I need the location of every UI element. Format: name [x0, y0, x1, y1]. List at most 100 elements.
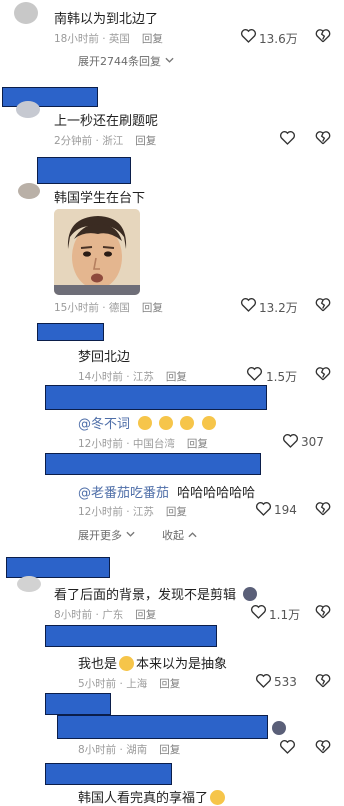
- mention-link[interactable]: @冬不词: [78, 417, 130, 432]
- expand-more-button[interactable]: 展开更多: [78, 527, 135, 543]
- collapse-button[interactable]: 收起: [162, 527, 197, 543]
- reply-button[interactable]: 回复: [135, 609, 156, 621]
- emoji-icon: [272, 721, 286, 735]
- broken-heart-icon[interactable]: [315, 28, 331, 43]
- smile-emoji-icon: [210, 790, 226, 805]
- redacted-username: [6, 557, 110, 578]
- comment-text: 上一秒还在刷题呢: [54, 114, 159, 129]
- redacted-username: [45, 693, 111, 715]
- comment-body: 看了后面的背景，发现不是剪辑: [54, 588, 237, 603]
- reply-text: 我也是 本来以为是抽象: [78, 653, 227, 672]
- chevron-down-icon: [164, 57, 174, 63]
- reply-button[interactable]: 回复: [166, 371, 187, 383]
- expand-replies-button[interactable]: 展开2744条回复: [78, 53, 174, 69]
- broken-heart-icon[interactable]: [315, 501, 331, 516]
- reply-button[interactable]: 回复: [187, 438, 208, 450]
- like-count: 1.5万: [266, 370, 298, 384]
- redacted-username: [45, 625, 217, 647]
- expand-more-label: 展开更多: [78, 529, 122, 542]
- like-count: 307: [301, 435, 324, 449]
- comment-text: 韩国学生在台下: [54, 191, 146, 206]
- reply-button[interactable]: 回复: [135, 135, 156, 147]
- broken-heart-icon[interactable]: [315, 604, 331, 619]
- heart-icon[interactable]: [240, 297, 257, 312]
- reply-meta: 12小时前 · 中国台湾 回复: [78, 436, 208, 451]
- avatar[interactable]: [16, 101, 40, 118]
- like-count: 533: [274, 675, 297, 689]
- laughing-crying-emoji-icon: [138, 416, 153, 430]
- redacted-reply-text: [57, 715, 268, 739]
- heart-icon[interactable]: [279, 130, 296, 145]
- comment-meta: 8小时前 · 广东 回复: [54, 607, 156, 622]
- heart-icon[interactable]: [250, 604, 267, 619]
- reply-meta: 14小时前 · 江苏 回复: [78, 369, 187, 384]
- comment-time-location: 18小时前 · 英国: [54, 33, 130, 45]
- reply-body: 韩国人看完真的享福了: [78, 791, 209, 806]
- reply-button[interactable]: 回复: [159, 678, 180, 690]
- redacted-username: [37, 323, 104, 341]
- chevron-up-icon: [187, 532, 197, 538]
- like-count: 13.2万: [259, 301, 298, 315]
- collapse-label: 收起: [162, 529, 184, 542]
- redacted-username: [2, 87, 98, 107]
- broken-heart-icon[interactable]: [315, 130, 331, 145]
- meme-sticker-image[interactable]: [54, 209, 140, 295]
- reply-meta: 12小时前 · 江苏 回复: [78, 504, 187, 519]
- broken-heart-icon[interactable]: [315, 297, 331, 312]
- broken-heart-icon[interactable]: [315, 673, 331, 688]
- reply-button[interactable]: 回复: [159, 744, 180, 756]
- comment-time-location: 8小时前 · 广东: [54, 609, 124, 621]
- heart-icon[interactable]: [240, 28, 257, 43]
- redacted-username: [45, 763, 172, 785]
- smile-emoji-icon: [119, 656, 135, 671]
- comment-time-location: 8小时前 · 湖南: [78, 744, 148, 756]
- like-count: 1.1万: [269, 608, 301, 622]
- comment-time-location: 12小时前 · 中国台湾: [78, 438, 175, 450]
- heart-icon[interactable]: [246, 366, 263, 381]
- comment-meta: 15小时前 · 德国 回复: [54, 300, 163, 315]
- reply-meta: 8小时前 · 湖南 回复: [78, 742, 180, 757]
- broken-heart-icon[interactable]: [315, 366, 331, 381]
- avatar[interactable]: [17, 576, 41, 592]
- like-count: 13.6万: [259, 32, 298, 46]
- emoji-icon: [243, 587, 258, 601]
- comment-text: 看了后面的背景，发现不是剪辑: [54, 584, 258, 603]
- reply-text: @冬不词: [78, 413, 216, 432]
- laughing-crying-emoji-icon: [180, 416, 195, 430]
- reply-button[interactable]: 回复: [166, 506, 187, 518]
- comment-meta: 2分钟前 · 浙江 回复: [54, 133, 156, 148]
- comment-text: 南韩以为到北边了: [54, 12, 159, 27]
- redacted-username: [45, 385, 267, 410]
- reply-text: @老番茄吃番茄 哈哈哈哈哈哈: [78, 482, 255, 501]
- expand-replies-label: 展开2744条回复: [78, 55, 161, 68]
- reply-button[interactable]: 回复: [142, 33, 163, 45]
- heart-icon[interactable]: [255, 673, 272, 688]
- mention-link[interactable]: @老番茄吃番茄: [78, 486, 169, 501]
- reply-button[interactable]: 回复: [142, 302, 163, 314]
- reply-body: 我也是: [78, 657, 118, 672]
- like-count: 194: [274, 503, 297, 517]
- comment-time-location: 14小时前 · 江苏: [78, 371, 154, 383]
- avatar[interactable]: [14, 2, 38, 24]
- broken-heart-icon[interactable]: [315, 739, 331, 754]
- redacted-username: [45, 453, 261, 475]
- reply-meta: 5小时前 · 上海 回复: [78, 676, 180, 691]
- chevron-down-icon: [125, 531, 135, 537]
- reply-body: 哈哈哈哈哈哈: [177, 486, 256, 501]
- meme-face-illustration: [54, 209, 140, 295]
- laughing-crying-emoji-icon: [159, 416, 174, 430]
- comment-time-location: 2分钟前 · 浙江: [54, 135, 124, 147]
- redacted-username: [37, 157, 131, 184]
- reply-text: 梦回北边: [78, 350, 131, 365]
- comment-time-location: 5小时前 · 上海: [78, 678, 148, 690]
- heart-icon[interactable]: [279, 739, 296, 754]
- heart-icon[interactable]: [282, 433, 299, 448]
- avatar[interactable]: [18, 183, 40, 199]
- laughing-crying-emoji-icon: [201, 416, 216, 430]
- comment-time-location: 15小时前 · 德国: [54, 302, 130, 314]
- reply-text: 韩国人看完真的享福了: [78, 787, 226, 806]
- heart-icon[interactable]: [255, 501, 272, 516]
- comment-meta: 18小时前 · 英国 回复: [54, 31, 163, 46]
- comment-time-location: 12小时前 · 江苏: [78, 506, 154, 518]
- reply-body: 本来以为是抽象: [136, 657, 228, 672]
